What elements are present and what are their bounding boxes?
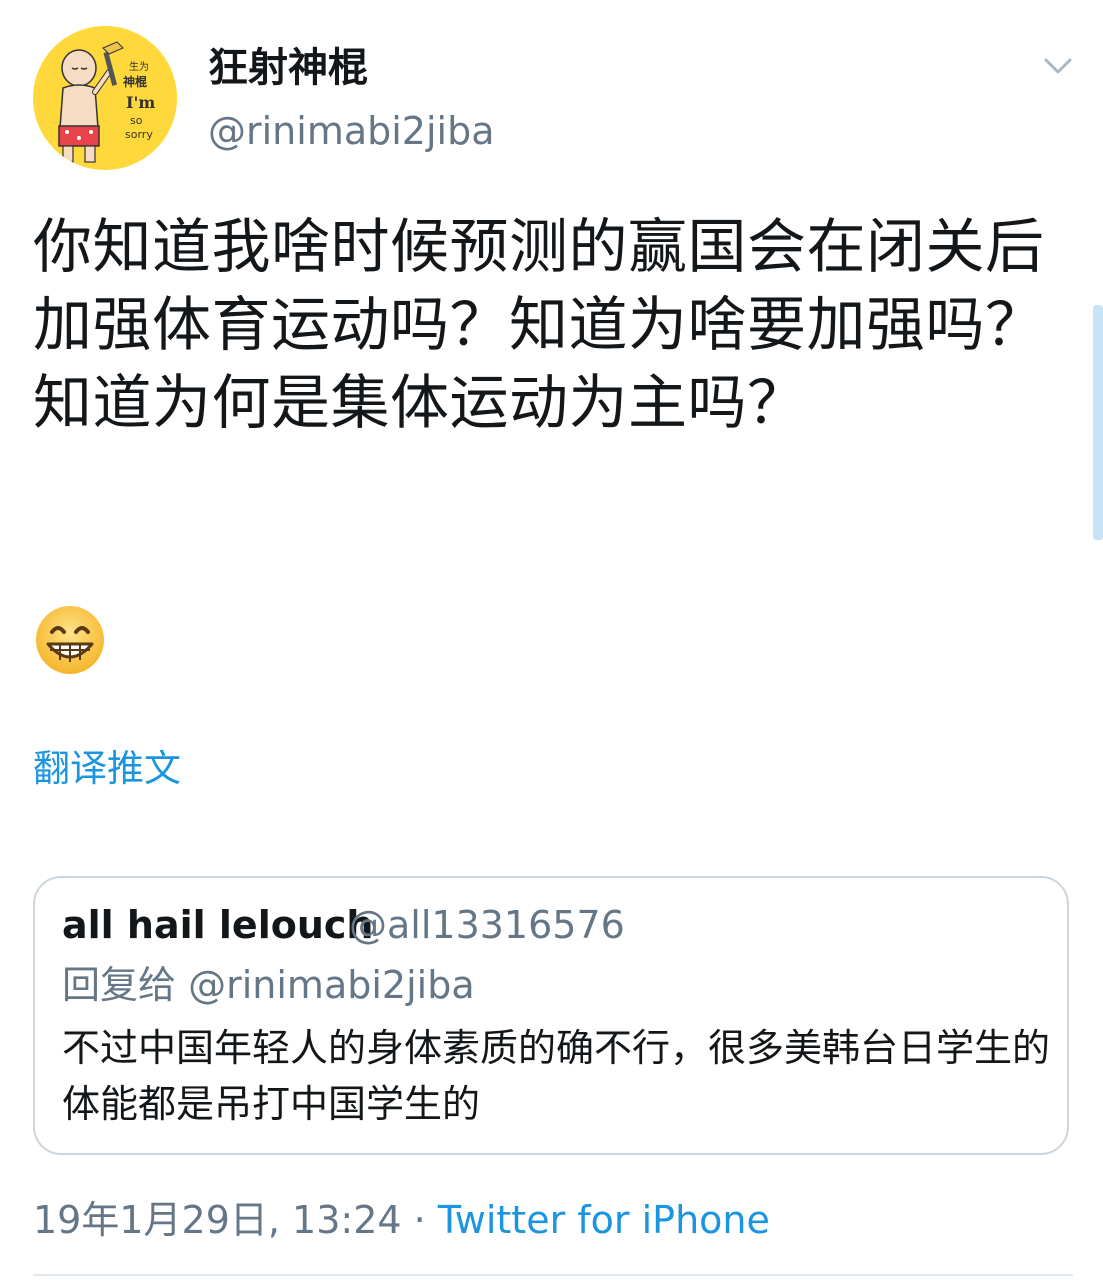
avatar-label-2: 神棍 xyxy=(123,74,147,89)
meta-separator: · xyxy=(413,1198,426,1242)
author-handle[interactable]: @rinimabi2jiba xyxy=(208,104,495,158)
avatar-label-1: 生为 xyxy=(129,60,149,73)
quoted-tweet-text: 不过中国年轻人的身体素质的确不行，很多美韩台日学生的体能都是吊打中国学生的 xyxy=(62,1026,1051,1126)
tweet-detail: 生为 神棍 I'm so sorry 狂射神棍 @rinimabi2jiba 你… xyxy=(0,0,1103,1280)
avatar-illustration: 生为 神棍 I'm so sorry xyxy=(33,26,177,170)
tweet-source-link[interactable]: Twitter for iPhone xyxy=(438,1198,770,1242)
divider xyxy=(33,1274,1073,1276)
tweet-meta: 19年1月29日, 13:24 · Twitter for iPhone xyxy=(33,1193,770,1247)
translate-tweet-link[interactable]: 翻译推文 xyxy=(33,743,181,795)
quoted-author-handle: @all13316576 xyxy=(349,903,625,947)
grinning-face-icon xyxy=(34,604,106,676)
reply-to-handle: @rinimabi2jiba xyxy=(188,963,475,1007)
avatar[interactable]: 生为 神棍 I'm so sorry xyxy=(33,26,177,170)
author-display-name[interactable]: 狂射神棍 xyxy=(208,40,368,96)
quoted-author-name: all hail lelouch xyxy=(62,903,374,947)
avatar-label-4: so xyxy=(130,114,143,127)
tweet-timestamp[interactable]: 19年1月29日, 13:24 xyxy=(33,1198,402,1242)
chevron-down-icon[interactable] xyxy=(1038,48,1078,84)
tweet-text: 你知道我啥时候预测的赢国会在闭关后加强体育运动吗？知道为啥要加强吗？ 知道为何是… xyxy=(33,212,1045,437)
quoted-tweet-card[interactable]: all hail lelouch @all13316576 回复给 @rinim… xyxy=(33,876,1069,1155)
scrollbar[interactable] xyxy=(1093,305,1103,540)
avatar-label-5: sorry xyxy=(125,128,153,141)
reply-to-label: 回复给 xyxy=(62,963,177,1007)
avatar-label-3: I'm xyxy=(126,93,155,112)
quoted-reply-to: 回复给 @rinimabi2jiba xyxy=(62,958,475,1012)
